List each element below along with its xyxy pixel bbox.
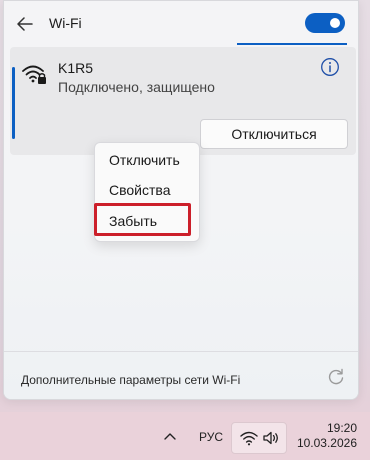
chevron-up-icon[interactable]: [163, 430, 177, 442]
disconnect-button[interactable]: Отключиться: [200, 119, 348, 149]
wifi-toggle[interactable]: [305, 13, 345, 33]
info-button[interactable]: [320, 57, 340, 77]
refresh-icon[interactable]: [327, 368, 345, 386]
menu-item-forget[interactable]: Забыть: [109, 213, 157, 229]
page-title: Wi-Fi: [49, 15, 82, 31]
back-button[interactable]: [12, 11, 38, 37]
back-arrow-icon: [17, 17, 33, 31]
clock[interactable]: 19:20 10.03.2026: [295, 421, 357, 451]
info-icon: [321, 58, 339, 76]
menu-item-properties[interactable]: Свойства: [109, 182, 170, 198]
clock-time: 19:20: [326, 421, 357, 435]
wifi-icon: [240, 431, 258, 446]
header-accent-line: [237, 43, 347, 45]
network-card[interactable]: K1R5 Подключено, защищено Отключиться: [10, 47, 356, 155]
wifi-lock-icon: [22, 65, 46, 84]
more-wifi-settings-link[interactable]: Дополнительные параметры сети Wi-Fi: [21, 373, 240, 387]
footer-divider: [4, 351, 358, 352]
desktop: Wi-Fi K1R5 Подключено, защищено Отключит…: [0, 0, 370, 460]
clock-date: 10.03.2026: [296, 436, 357, 450]
toggle-knob: [330, 18, 340, 28]
network-name: K1R5: [58, 60, 94, 76]
menu-item-disconnect[interactable]: Отключить: [109, 152, 180, 168]
volume-icon: [263, 431, 278, 445]
quick-settings-button[interactable]: [231, 422, 287, 454]
language-indicator[interactable]: РУС: [199, 430, 223, 444]
network-status: Подключено, защищено: [58, 79, 215, 95]
context-menu: Отключить Свойства Забыть: [94, 142, 200, 242]
taskbar: РУС 19:20 10.03.2026: [0, 412, 370, 460]
selected-indicator: [12, 67, 15, 139]
